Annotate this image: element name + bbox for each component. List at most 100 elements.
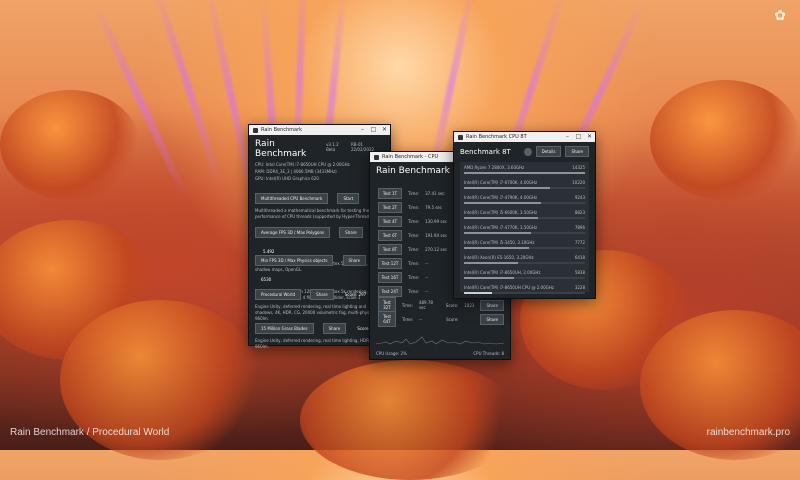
main-window-title: Rain Benchmark (261, 127, 303, 133)
start-button[interactable]: Start (337, 193, 360, 204)
time-value: -- (425, 260, 429, 266)
result-bar-track (464, 277, 585, 279)
results-window-title: Rain Benchmark CPU 8T (466, 134, 527, 140)
ram-spec: RAM: DDR4_3E_3 | 4066.5MB (3433MHz) (255, 169, 337, 174)
time-label: Time: (408, 190, 420, 196)
time-value: 270.12 sec (425, 246, 448, 252)
result-bar-fill (464, 262, 519, 264)
time-label: Time: (408, 204, 420, 210)
result-cpu-name: Intel(R) Core(TM) i7-4790K, 4.00GHz (464, 195, 538, 200)
details-button[interactable]: Details (535, 146, 562, 157)
time-label: Time: (401, 316, 414, 322)
result-score: 3228 (574, 285, 585, 290)
result-bar-track (464, 187, 585, 189)
time-label: Time: (408, 232, 420, 238)
share-button[interactable]: Share (339, 227, 363, 238)
test-score: Score: 297 (344, 292, 367, 297)
share-button[interactable]: Share (310, 289, 334, 300)
result-score: 9243 (574, 195, 585, 200)
tree-cluster (300, 360, 520, 480)
test-description: Engine Unity, deferred rendering, real t… (255, 338, 371, 349)
result-item: Intel(R) Xeon(R) E5-1650, 3.20GHz 6418 (464, 255, 585, 269)
test-button-avg-fps[interactable]: Average FPS 3D / Max Polygons (255, 227, 331, 238)
time-label: Time: (401, 302, 413, 308)
cpu-test-button[interactable]: Test 4T (378, 215, 402, 227)
results-window: Rain Benchmark CPU 8T – □ ✕ Benchmark 8T… (453, 131, 596, 299)
cpu-usage-status: CPU Usage: 2% (376, 351, 407, 356)
result-item: Intel(R) Core(TM) i7-6700K, 4.00GHz 10220 (464, 180, 585, 194)
time-label: Time: (408, 288, 420, 294)
app-title: Rain Benchmark (255, 139, 307, 159)
result-bar-fill (464, 277, 514, 279)
maximize-icon[interactable]: □ (368, 125, 379, 135)
result-bar-track (464, 217, 585, 219)
tree-cluster (0, 90, 140, 200)
cpu-test-button[interactable]: Test 1T (378, 187, 402, 199)
test-button-grass-blades[interactable]: 15 Million Grass Blades (255, 323, 314, 334)
share-button[interactable]: Share (322, 323, 347, 334)
result-cpu-name: Intel(R) Core(TM) i7-8650UH CPU @ 2.00GH… (464, 285, 554, 290)
cpu-test-button[interactable]: Test 64T (378, 311, 396, 327)
result-bar-track (464, 172, 585, 174)
cpu-test-button[interactable]: Test 24T (378, 285, 402, 297)
time-label: Time: (408, 246, 420, 252)
results-list: AMD Ryzen 7 2800X, 3.60GHz 14325 Intel(R) … (460, 162, 589, 294)
cpu-test-button[interactable]: Test 16T (378, 271, 402, 283)
result-cpu-name: Intel(R) Core(TM) i5-6600K, 3.50GHz (464, 210, 538, 215)
test-button-min-fps[interactable]: Min FPS 3D / Max Physics objects (255, 255, 334, 266)
result-score: 8823 (574, 210, 585, 215)
tree-cluster (650, 80, 800, 200)
close-icon[interactable]: ✕ (584, 132, 595, 142)
test-button-procedural-world[interactable]: Procedural World (255, 289, 302, 300)
cpu-spec: CPU: Intel Core(TM) i7-8650UH CPU @ 2.00… (255, 162, 350, 167)
cpu-test-button[interactable]: Test 2T (378, 201, 402, 213)
result-item: Intel(R) Core(TM) i5-6600K, 3.50GHz 8823 (464, 210, 585, 224)
share-button[interactable]: Share (480, 313, 504, 325)
result-cpu-name: Intel(R) Core(TM) i7-4770K, 3.50GHz (464, 225, 538, 230)
score-label: Score: (446, 316, 459, 322)
share-button[interactable]: Share (342, 255, 367, 266)
time-value: 130.99 sec (425, 218, 448, 224)
gpu-spec: GPU: Intel(R) UHD Graphics 620 (255, 176, 319, 181)
result-bar-fill (464, 247, 530, 249)
results-window-titlebar[interactable]: Rain Benchmark CPU 8T – □ ✕ (454, 132, 595, 142)
results-app-title: Benchmark 8T (460, 147, 511, 156)
cpu-test-row: Test 64T Time: -- Score: Share (378, 311, 504, 327)
score-label: Score: (445, 302, 459, 308)
result-cpu-name: AMD Ryzen 7 2800X, 3.60GHz (464, 165, 525, 170)
watermark-left: Rain Benchmark / Procedural World (10, 427, 170, 438)
result-bar-track (464, 292, 585, 294)
result-bar-fill (464, 232, 531, 234)
time-value: 37.41 sec (425, 190, 445, 196)
cpu-threads-status: CPU Threads: 8 (473, 351, 504, 356)
cpu-usage-graph (375, 329, 505, 345)
result-cpu-name: Intel(R) Core(TM) i5-3450, 3.10GHz (464, 240, 535, 245)
result-bar-track (464, 232, 585, 234)
test-row: 15 Million Grass Blades Share Score: 118… (255, 315, 384, 350)
result-bar-track (464, 247, 585, 249)
cpu-test-button[interactable]: Test 12T (378, 257, 402, 269)
minimize-icon[interactable]: – (562, 132, 573, 142)
cpu-test-row: Test 32T Time: 489.78 sec Score: 1023 Share (378, 297, 504, 313)
result-cpu-name: Intel(R) Core(TM) i7-6700K, 4.00GHz (464, 180, 538, 185)
result-score: 14325 (572, 165, 585, 170)
result-bar-track (464, 202, 585, 204)
share-results-button[interactable]: Share (565, 146, 589, 157)
close-icon[interactable]: ✕ (379, 125, 390, 135)
cpu-test-button[interactable]: Test 6T (378, 229, 402, 241)
share-button[interactable]: Share (480, 299, 504, 311)
score-value: 1023 (464, 302, 475, 308)
result-cpu-name: Intel(R) Xeon(R) E5-1650, 3.20GHz (464, 255, 534, 260)
result-item: AMD Ryzen 7 2800X, 3.60GHz 14325 (464, 165, 585, 179)
cpu-test-button[interactable]: Test 8T (378, 243, 402, 255)
test-button-multithreaded[interactable]: Multithreaded CPU Benchmark (255, 193, 329, 204)
maximize-icon[interactable]: □ (573, 132, 584, 142)
result-item: Intel(R) Core(TM) i7-4790K, 4.00GHz 9243 (464, 195, 585, 209)
result-item: Intel(R) Core(TM) i7-4770K, 3.50GHz 7896 (464, 225, 585, 239)
result-score: 7772 (574, 240, 585, 245)
minimize-icon[interactable]: – (357, 125, 368, 135)
time-value: -- (425, 274, 429, 280)
main-window-titlebar[interactable]: Rain Benchmark – □ ✕ (249, 125, 390, 135)
version-label: v3.1.2 Beta (326, 142, 339, 152)
result-score: 10220 (572, 180, 585, 185)
